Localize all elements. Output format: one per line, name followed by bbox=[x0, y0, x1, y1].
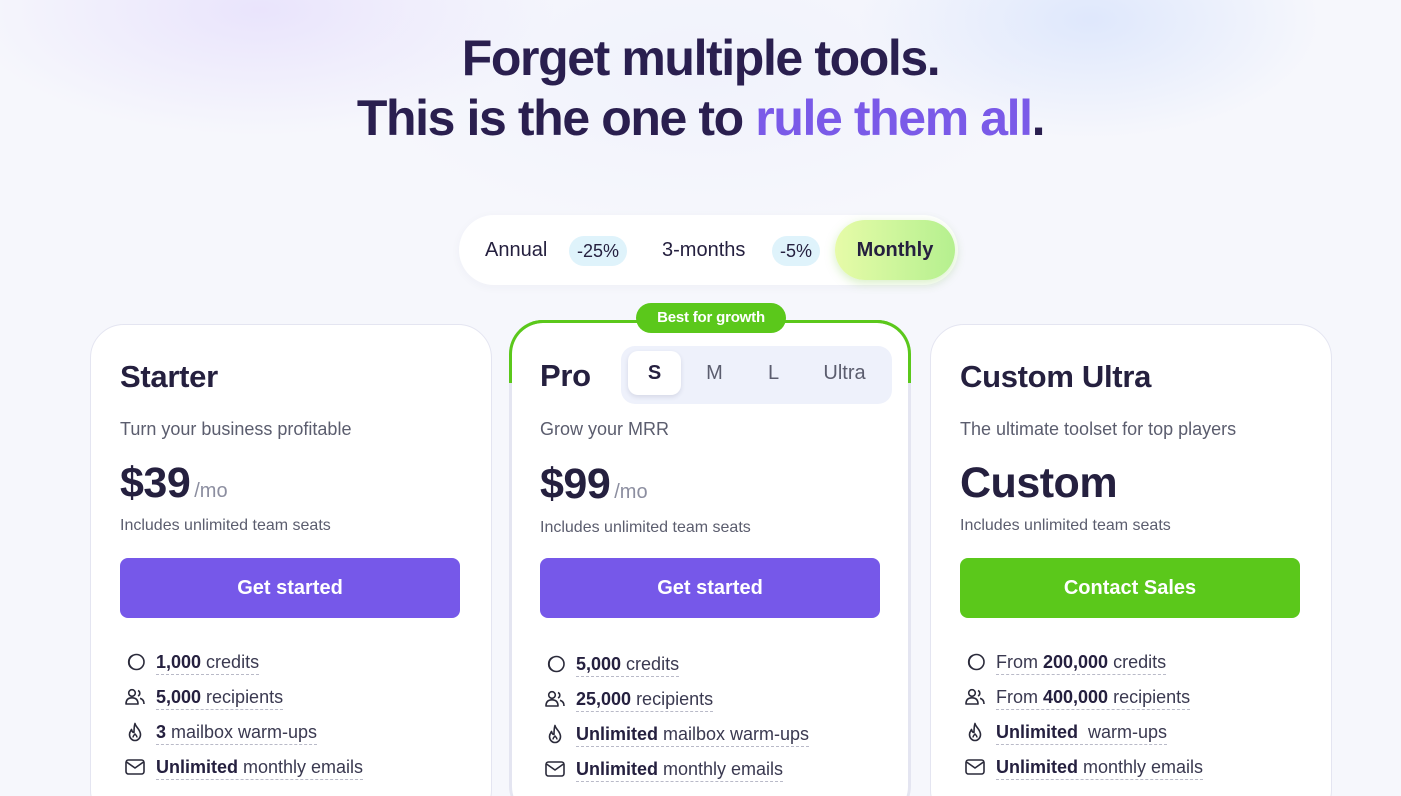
plan-description: Grow your MRR bbox=[540, 419, 670, 439]
feature-text: 1,000 credits bbox=[156, 651, 260, 675]
feature-list: 1,000 credits 5,000 recipients 3 mailbox… bbox=[124, 651, 364, 791]
get-started-button[interactable]: Get started bbox=[120, 558, 460, 618]
best-for-growth-badge: Best for growth bbox=[636, 303, 786, 333]
get-started-button[interactable]: Get started bbox=[540, 558, 880, 618]
contact-sales-button[interactable]: Contact Sales bbox=[960, 558, 1300, 618]
billing-option-monthly[interactable]: Monthly bbox=[835, 220, 955, 280]
size-option-ultra[interactable]: Ultra bbox=[808, 351, 881, 395]
feature-text: From 400,000 recipients bbox=[996, 686, 1191, 710]
feature-text: Unlimited mailbox warm-ups bbox=[576, 723, 810, 747]
feature-warm-ups: Unlimited mailbox warm-ups bbox=[544, 723, 810, 758]
feature-text: 5,000 credits bbox=[576, 653, 680, 677]
feature-list: From 200,000 credits From 400,000 recipi… bbox=[964, 651, 1204, 791]
feature-text: 5,000 recipients bbox=[156, 686, 284, 710]
page-headline: Forget multiple tools. This is the one t… bbox=[0, 28, 1401, 148]
price-amount: Custom bbox=[960, 459, 1118, 507]
price-period: /mo bbox=[194, 480, 228, 502]
feature-text: Unlimited monthly emails bbox=[576, 758, 784, 782]
feature-text: Unlimited monthly emails bbox=[996, 756, 1204, 780]
feature-recipients: From 400,000 recipients bbox=[964, 686, 1203, 721]
price-period: /mo bbox=[614, 481, 648, 503]
feature-credits: 1,000 credits bbox=[124, 651, 363, 686]
feature-warm-ups: 3 mailbox warm-ups bbox=[124, 721, 363, 756]
recipients-icon bbox=[125, 688, 145, 705]
feature-text: 3 mailbox warm-ups bbox=[156, 721, 318, 745]
plan-size-selector: S M L Ultra bbox=[621, 346, 892, 404]
plan-description: The ultimate toolset for top players bbox=[960, 419, 1237, 439]
mail-icon bbox=[965, 759, 985, 775]
feature-credits: 5,000 credits bbox=[544, 653, 809, 688]
feature-list: 5,000 credits 25,000 recipients Unlimite… bbox=[544, 653, 810, 793]
credits-icon bbox=[967, 653, 985, 671]
feature-credits: From 200,000 credits bbox=[964, 651, 1203, 686]
feature-text: Unlimited monthly emails bbox=[156, 756, 364, 780]
headline-line-2: This is the one to rule them all. bbox=[0, 88, 1401, 148]
recipients-icon bbox=[545, 690, 565, 707]
feature-emails: Unlimited monthly emails bbox=[544, 758, 809, 793]
flame-icon bbox=[128, 722, 142, 742]
mail-icon bbox=[125, 759, 145, 775]
feature-warm-ups: Unlimited warm-ups bbox=[964, 721, 1203, 756]
plan-name: Custom Ultra bbox=[960, 359, 1152, 394]
feature-text: 25,000 recipients bbox=[576, 688, 714, 712]
credits-icon bbox=[127, 653, 145, 671]
price-amount: $99 bbox=[540, 460, 611, 508]
credits-icon bbox=[547, 655, 565, 673]
feature-text: Unlimited warm-ups bbox=[996, 721, 1168, 745]
plan-price: $39/mo bbox=[120, 459, 228, 508]
plan-price: Custom bbox=[960, 459, 1118, 508]
feature-recipients: 5,000 recipients bbox=[124, 686, 363, 721]
size-option-s[interactable]: S bbox=[628, 351, 681, 395]
size-option-l[interactable]: L bbox=[747, 351, 800, 395]
discount-badge-annual: -25% bbox=[569, 236, 628, 266]
feature-emails: Unlimited monthly emails bbox=[964, 756, 1204, 791]
plan-price: $99/mo bbox=[540, 460, 648, 509]
plan-seats-note: Includes unlimited team seats bbox=[120, 517, 331, 534]
headline-line-2-suffix: . bbox=[1031, 90, 1046, 146]
billing-period-toggle: Annual -25% 3-months -5% Monthly bbox=[459, 215, 958, 285]
plan-name: Pro bbox=[540, 358, 591, 393]
billing-option-annual[interactable]: Annual bbox=[485, 215, 547, 285]
flame-icon bbox=[548, 724, 562, 744]
plan-card-custom-ultra: Custom Ultra The ultimate toolset for to… bbox=[930, 324, 1332, 796]
billing-option-3-months[interactable]: 3-months bbox=[662, 215, 745, 285]
price-amount: $39 bbox=[120, 459, 191, 507]
feature-emails: Unlimited monthly emails bbox=[124, 756, 364, 791]
flame-icon bbox=[968, 722, 982, 742]
plan-seats-note: Includes unlimited team seats bbox=[540, 519, 751, 536]
feature-text: From 200,000 credits bbox=[996, 651, 1167, 675]
plan-card-starter: Starter Turn your business profitable $3… bbox=[90, 324, 492, 796]
plan-description: Turn your business profitable bbox=[120, 419, 352, 439]
discount-badge-3-months: -5% bbox=[772, 236, 821, 266]
feature-recipients: 25,000 recipients bbox=[544, 688, 809, 723]
headline-accent: rule them all bbox=[755, 90, 1033, 146]
plan-seats-note: Includes unlimited team seats bbox=[960, 517, 1171, 534]
headline-line-1: Forget multiple tools. bbox=[461, 30, 941, 86]
headline-line-2-prefix: This is the one to bbox=[356, 90, 756, 146]
mail-icon bbox=[545, 761, 565, 777]
recipients-icon bbox=[965, 688, 985, 705]
size-option-m[interactable]: M bbox=[688, 351, 741, 395]
plan-card-pro: Best for growth Pro S M L Ultra Grow you… bbox=[509, 303, 911, 796]
plan-name: Starter bbox=[120, 359, 218, 394]
